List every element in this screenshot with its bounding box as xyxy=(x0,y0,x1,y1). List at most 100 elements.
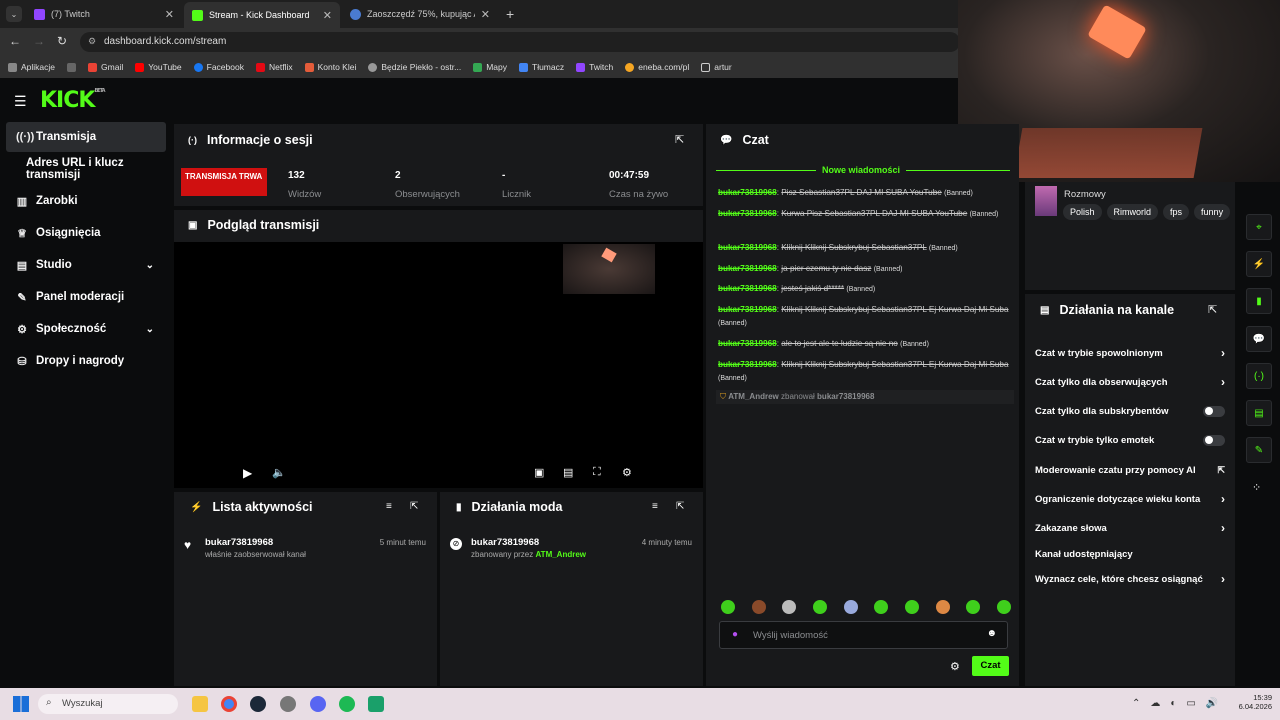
theater-icon[interactable]: ▤ xyxy=(563,466,573,479)
bookmark-tlumacz[interactable]: Tłumacz xyxy=(519,62,564,72)
chat-send-button[interactable]: Czat xyxy=(972,656,1009,676)
action-emote-only[interactable]: Czat w trybie tylko emotek xyxy=(1035,429,1225,451)
site-info-icon[interactable]: ⚙ xyxy=(88,36,96,47)
browser-tab-twitch[interactable]: (7) Twitch ✕ xyxy=(26,4,182,24)
nav-transmisja[interactable]: ((·)) Transmisja xyxy=(6,122,166,152)
popout-icon[interactable]: ⇱ xyxy=(675,133,684,146)
bookmark-grid[interactable] xyxy=(67,62,77,72)
emote-icon[interactable] xyxy=(935,600,950,614)
fullscreen-icon[interactable]: ⛶ xyxy=(593,466,601,479)
rail-chat-icon[interactable]: 💬 xyxy=(1246,326,1272,352)
taskbar-clock[interactable]: 15:39 6.04.2026 xyxy=(1232,693,1272,711)
nav-adres-url[interactable]: Adres URL i klucz transmisji xyxy=(6,154,166,184)
chat-message[interactable]: bukar73819968: Kliknij Kliknij Subskrybu… xyxy=(718,358,1010,385)
bookmark-mapy[interactable]: Mapy xyxy=(473,62,507,72)
bookmark-eneba[interactable]: eneba.com/pl xyxy=(625,62,689,72)
rail-channel-icon[interactable]: ▤ xyxy=(1246,400,1272,426)
steam-icon[interactable] xyxy=(250,696,266,712)
close-tab-icon[interactable]: ✕ xyxy=(481,8,490,21)
obs-icon[interactable] xyxy=(368,696,384,712)
chat-input[interactable]: ● Wyślij wiadomość ☻ xyxy=(719,621,1008,649)
action-ai-moderation[interactable]: Moderowanie czatu przy pomocy AI ⇱ xyxy=(1035,459,1225,481)
tag[interactable]: fps xyxy=(1163,204,1190,220)
chat-message[interactable]: bukar73819968: Pisz Sebastian37PL DAJ MI… xyxy=(718,186,1010,200)
filter-icon[interactable]: ≡ xyxy=(386,501,392,512)
browser-tab-steam[interactable]: Zaoszczędź 75%, kupując ARK ✕ xyxy=(342,4,498,24)
rail-broadcast-icon[interactable]: (·) xyxy=(1246,363,1272,389)
bookmark-apps[interactable]: Aplikacje xyxy=(8,62,55,72)
new-tab-icon[interactable]: + xyxy=(506,6,514,22)
bookmark-gmail[interactable]: Gmail xyxy=(88,62,123,72)
nav-osiagniecia[interactable]: ♕ Osiągnięcia xyxy=(6,218,166,248)
emote-icon[interactable] xyxy=(874,600,889,614)
bookmark-twitch[interactable]: Twitch xyxy=(576,62,613,72)
tray-icons[interactable]: ⌃☁◐▭🔊 xyxy=(1132,698,1228,709)
forward-icon[interactable]: → xyxy=(33,34,45,48)
emote-icon[interactable] xyxy=(782,600,797,614)
close-tab-icon[interactable]: ✕ xyxy=(165,8,174,21)
bookmark-konto-klei[interactable]: Konto Klei xyxy=(304,62,356,72)
play-icon[interactable]: ▶ xyxy=(243,466,252,480)
bookmark-netflix[interactable]: Netflix xyxy=(255,62,293,72)
action-host-channel[interactable]: Kanał udostępniający xyxy=(1035,543,1225,565)
menu-icon[interactable]: ☰ xyxy=(14,93,27,110)
emote-icon[interactable] xyxy=(812,600,827,614)
action-goals[interactable]: Wyznacz cele, które chcesz osiągnąć › xyxy=(1035,568,1225,590)
action-subscribers-only[interactable]: Czat tylko dla subskrybentów xyxy=(1035,400,1225,422)
emote-icon[interactable] xyxy=(904,600,919,614)
category-name[interactable]: Rozmowy xyxy=(1064,189,1106,200)
nav-dropy[interactable]: ⛁ Dropy i nagrody xyxy=(6,346,166,376)
bookmark-folder-artur[interactable]: artur xyxy=(701,62,732,72)
settings-app-icon[interactable] xyxy=(280,696,296,712)
settings-icon[interactable]: ⚙ xyxy=(622,466,632,479)
back-icon[interactable]: ← xyxy=(9,34,21,48)
tag[interactable]: Polish xyxy=(1063,204,1102,220)
nav-zarobki[interactable]: ▥ Zarobki xyxy=(6,186,166,216)
chat-message[interactable]: bukar73819968: jesteś jakiś d***** (Bann… xyxy=(718,282,1010,296)
rail-wrench-icon[interactable]: ✎ xyxy=(1246,437,1272,463)
reload-icon[interactable]: ↻ xyxy=(57,34,67,48)
spotify-icon[interactable] xyxy=(339,696,355,712)
emote-icon[interactable] xyxy=(966,600,981,614)
emote-only-toggle[interactable] xyxy=(1203,434,1225,446)
bookmark-bedzie-pieklo[interactable]: Będzie Piekło - ostr... xyxy=(368,62,461,72)
bookmark-facebook[interactable]: Facebook xyxy=(193,62,244,72)
action-banned-words[interactable]: Zakazane słowa › xyxy=(1035,517,1225,539)
kick-logo[interactable]: KICKBETA xyxy=(40,88,106,113)
volume-icon[interactable]: 🔈 xyxy=(272,466,286,479)
file-explorer-icon[interactable] xyxy=(192,696,208,712)
emoji-icon[interactable]: ☻ xyxy=(986,628,997,639)
subscribers-only-toggle[interactable] xyxy=(1203,405,1225,417)
chat-settings-icon[interactable]: ⚙ xyxy=(950,660,960,673)
rail-lightning-icon[interactable]: ⚡ xyxy=(1246,251,1272,277)
chrome-icon[interactable] xyxy=(221,696,237,712)
action-followers-only[interactable]: Czat tylko dla obserwujących › xyxy=(1035,371,1225,393)
rail-document-icon[interactable]: ▮ xyxy=(1246,288,1272,314)
mic-icon[interactable]: ● xyxy=(732,629,738,640)
nav-studio[interactable]: ▤ Studio ⌄ xyxy=(6,250,166,280)
emote-icon[interactable] xyxy=(843,600,858,614)
nav-spolecznosc[interactable]: ⚙ Społeczność ⌄ xyxy=(6,314,166,344)
filter-icon[interactable]: ≡ xyxy=(652,501,658,512)
emote-icon[interactable] xyxy=(721,600,735,614)
pip-icon[interactable]: ▣ xyxy=(534,466,544,479)
chat-message[interactable]: bukar73819968: Kliknij Kliknij Subskrybu… xyxy=(718,241,1010,255)
close-tab-icon[interactable]: ✕ xyxy=(323,9,332,22)
discord-icon[interactable] xyxy=(310,696,326,712)
chat-message[interactable]: bukar73819968: Kliknij Kliknij Subskrybu… xyxy=(718,303,1010,330)
popout-icon[interactable]: ⇱ xyxy=(1208,303,1217,316)
address-bar[interactable]: ⚙ dashboard.kick.com/stream xyxy=(80,32,960,52)
nav-panel-moderacji[interactable]: ✎ Panel moderacji xyxy=(6,282,166,312)
popout-icon[interactable]: ⇱ xyxy=(410,501,418,512)
rail-camera-icon[interactable]: ⌖ xyxy=(1246,214,1272,240)
new-messages-label[interactable]: Nowe wiadomości xyxy=(816,165,907,175)
bookmark-youtube[interactable]: YouTube xyxy=(135,62,182,72)
tag[interactable]: Rimworld xyxy=(1106,204,1159,220)
emote-icon[interactable] xyxy=(996,600,1011,614)
emote-icon[interactable] xyxy=(751,600,766,614)
tag[interactable]: funny xyxy=(1194,204,1231,220)
action-slow-mode[interactable]: Czat w trybie spowolnionym › xyxy=(1035,342,1225,364)
popout-icon[interactable]: ⇱ xyxy=(676,501,684,512)
windows-start-icon[interactable] xyxy=(13,696,29,712)
rail-more-icon[interactable]: ⁘ xyxy=(1252,481,1261,494)
